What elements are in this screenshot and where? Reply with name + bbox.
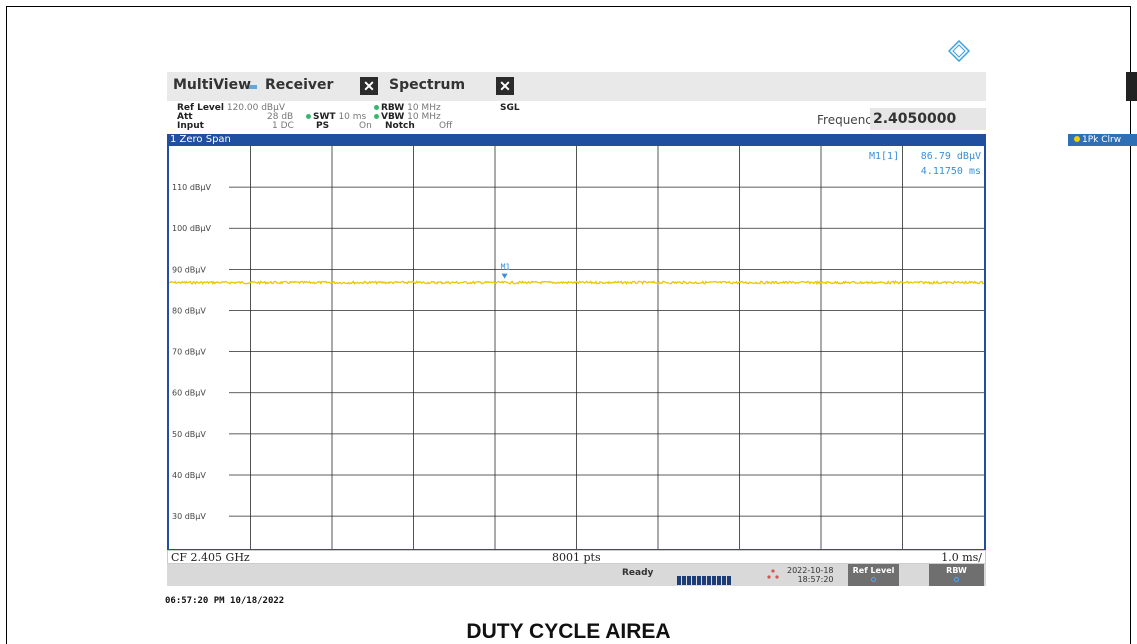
y-tick-label: 60 dBµV [172,389,206,398]
marker-readout-level: 86.79 dBµV [921,151,981,162]
y-tick-label: 50 dBµV [172,430,206,439]
rbw-button[interactable]: RBW [929,564,984,586]
status-date: 2022-10-18 [787,566,834,575]
close-receiver-tab-icon[interactable]: ✕ [360,77,378,95]
vbw-status-dot [374,114,379,119]
y-tick-label: 70 dBµV [172,348,206,357]
sweep-points: 8001 pts [552,551,601,564]
plot-area[interactable]: 110 dBµV 100 dBµV 90 dBµV 80 dBµV 70 dBµV 60 … [167,146,986,550]
rbw-status-dot [374,105,379,110]
status-bar: Ready 2022-10-18 18:57:20 Ref Level RBW [167,564,986,586]
trace-label: 1Pk Clrw [1082,135,1122,145]
y-tick-label: 40 dBµV [172,471,206,480]
y-tick-label: 110 dBµV [172,183,211,192]
status-ready: Ready [622,568,654,578]
trace-tag[interactable]: 1Pk Clrw [1068,134,1137,146]
plot-footer: CF 2.405 GHz 8001 pts 1.0 ms/ [167,550,986,564]
center-frequency: CF 2.405 GHz [171,551,250,564]
ref-level-button[interactable]: Ref Level [848,564,899,586]
tab-bar: MultiView Receiver ✕ Spectrum ✕ ▾ [167,72,1137,101]
tab-receiver[interactable]: Receiver [265,77,333,93]
rohde-schwarz-logo [948,40,970,62]
capture-timestamp: 06:57:20 PM 10/18/2022 [165,596,285,606]
y-tick-label: 30 dBµV [172,512,206,521]
ref-level-knob-icon [871,577,876,582]
receiver-indicator [249,85,257,89]
input-label: Input [177,121,204,131]
marker-readout-name: M1[1] [869,151,899,162]
notch-value[interactable]: Off [439,121,452,131]
network-icon [767,569,779,579]
time-per-division: 1.0 ms/ [941,551,982,564]
marker-m1-label: M1 [501,263,511,272]
window-title-bar: 1 Zero Span 1Pk Clrw [167,134,1137,146]
frequency-value[interactable]: 2.4050000 GHz [870,108,986,149]
progress-indicator [677,570,732,589]
rbw-button-label: RBW [946,566,967,575]
zero-span-chart[interactable]: 110 dBµV 100 dBµV 90 dBµV 80 dBµV 70 dBµV 60 … [169,146,984,549]
marker-readout-time: 4.11750 ms [921,166,981,177]
att-status-dot [306,114,311,119]
status-datetime: 2022-10-18 18:57:20 [787,566,834,584]
window-title: 1 Zero Span [170,134,231,145]
y-tick-label: 80 dBµV [172,306,206,315]
menu-dropdown-icon[interactable]: ▾ [1126,72,1137,101]
ref-level-button-label: Ref Level [852,566,895,575]
trace-color-dot [1074,136,1080,142]
y-tick-label: 100 dBµV [172,224,211,233]
input-value[interactable]: 1 DC [272,121,294,131]
rbw-knob-icon [954,577,959,582]
marker-m1-triangle [501,273,508,279]
ps-label: PS [316,121,330,131]
tab-spectrum[interactable]: Spectrum [389,77,465,93]
close-spectrum-tab-icon[interactable]: ✕ [496,77,514,95]
notch-label: Notch [385,121,415,131]
tab-multiview[interactable]: MultiView [173,77,251,93]
status-time: 18:57:20 [797,575,834,584]
ps-value[interactable]: On [359,121,372,131]
y-tick-label: 90 dBµV [172,265,206,274]
sweep-mode[interactable]: SGL [500,103,520,113]
figure-caption: DUTY CYCLE AIREA [466,620,671,643]
settings-panel: Ref Level 120.00 dBµV Att 28 dB Input 1 … [167,101,986,149]
